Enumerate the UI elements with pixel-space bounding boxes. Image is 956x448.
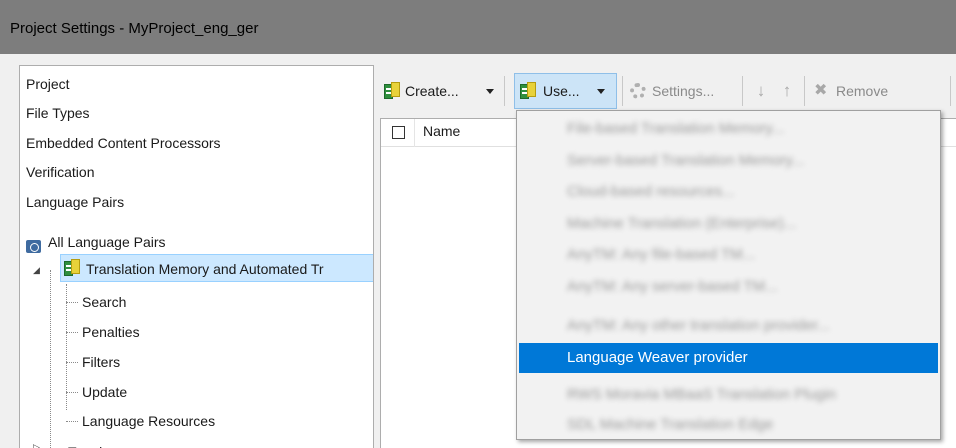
move-down-icon[interactable]: ↓ [754,82,768,100]
tree-item-termbases[interactable]: Termbases [68,440,136,448]
tree-connector [66,362,78,363]
tree-connector [66,421,78,422]
tree-item-project[interactable]: Project [26,72,70,96]
menu-item-server-based-tm[interactable]: Server-based Translation Memory... [519,146,938,176]
toolbar-separator [742,76,743,106]
collapse-icon[interactable]: ◢ [33,265,40,276]
tree-item-file-types[interactable]: File Types [26,101,90,125]
tree-item-language-resources[interactable]: Language Resources [82,409,215,433]
toolbar-separator [950,76,951,106]
tree-connector [66,332,78,333]
menu-item-language-weaver[interactable]: Language Weaver provider [519,343,938,373]
tree-item-language-pairs[interactable]: Language Pairs [26,190,124,214]
use-dropdown-menu: File-based Translation Memory... Server-… [516,110,941,440]
move-up-icon[interactable]: ↑ [780,82,794,100]
tree-item-all-language-pairs[interactable]: All Language Pairs [48,230,166,254]
title-bar: Project Settings - MyProject_eng_ger [0,0,956,54]
tree-connector [66,392,78,393]
menu-item-rws-mbaas[interactable]: RWS Moravia MBaaS Translation Plugin [519,380,938,410]
tree-connector [50,270,51,448]
menu-item-anytm-file[interactable]: AnyTM: Any file-based TM... [519,240,938,270]
tree-item-update[interactable]: Update [82,380,127,404]
create-dropdown-icon[interactable] [486,89,494,94]
menu-item-file-based-tm[interactable]: File-based Translation Memory... [519,114,938,144]
menu-item-sdl-mt-edge[interactable]: SDL Machine Translation Edge [519,410,938,440]
use-button[interactable]: Use... [543,76,580,106]
translation-memory-icon [64,259,80,277]
tree-item-search[interactable]: Search [82,290,126,314]
expand-icon[interactable]: ▷ [33,442,40,448]
use-tm-icon [520,82,536,100]
tree-item-filters[interactable]: Filters [82,350,120,374]
tree-item-embedded-content-processors[interactable]: Embedded Content Processors [26,131,221,155]
menu-item-machine-translation[interactable]: Machine Translation (Enterprise)... [519,209,938,239]
column-divider [414,119,415,147]
create-button[interactable]: Create... [405,76,459,106]
select-all-checkbox[interactable] [392,126,405,139]
window-title: Project Settings - MyProject_eng_ger [10,20,259,37]
gear-icon [630,83,646,99]
tree-item-penalties[interactable]: Penalties [82,320,140,344]
use-dropdown-icon[interactable] [597,89,605,94]
remove-icon: ✖ [814,82,828,99]
name-column-header[interactable]: Name [423,123,460,139]
language-pairs-icon [26,240,41,253]
menu-item-cloud-resources[interactable]: Cloud-based resources... [519,177,938,207]
settings-tree: Project File Types Embedded Content Proc… [19,65,374,448]
toolbar-separator [804,76,805,106]
menu-item-anytm-server[interactable]: AnyTM: Any server-based TM... [519,272,938,302]
create-tm-icon [384,82,400,100]
toolbar-separator [504,76,505,106]
tree-item-translation-memory[interactable]: Translation Memory and Automated Tr [86,257,324,281]
tree-connector [66,302,78,303]
remove-button[interactable]: Remove [836,76,888,106]
menu-item-anytm-other[interactable]: AnyTM: Any other translation provider... [519,311,938,341]
settings-button[interactable]: Settings... [652,76,714,106]
toolbar: Create... Use... Settings... ↓ ↑ ✖ Remov… [378,72,956,110]
toolbar-separator [622,76,623,106]
tree-item-verification[interactable]: Verification [26,160,94,184]
